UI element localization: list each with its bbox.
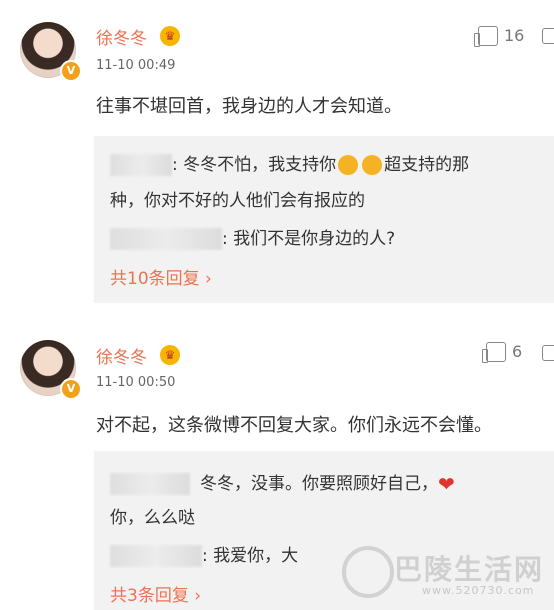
comment-1: V 徐冬冬 ♛ 11-10 00:49 16 往事不堪回首，我身边的人才会知道。… [0,0,554,323]
reply-text-cont: 超支持的那 [384,155,470,175]
reply-1-line2: 种，你对不好的人他们会有报应的 [110,191,365,211]
timestamp: 11-10 00:50 [96,375,176,390]
reply-1: 冬冬，没事。你要照顾好自己，❤ [110,469,455,496]
like-button[interactable]: 6 [482,341,523,363]
blurred-username [110,473,190,495]
emoji-icon [362,155,383,175]
reply-box: : 冬冬不怕，我支持你 超支持的那 种，你对不好的人他们会有报应的 : 我们不是你… [94,136,554,303]
watermark-text: 巴陵生活网 [394,553,545,586]
thumbs-up-icon [482,341,506,363]
emoji-icon [338,155,359,175]
like-button[interactable]: 16 [474,25,525,47]
like-count: 16 [504,26,525,45]
timestamp: 11-10 00:49 [96,58,176,73]
watermark: 巴陵生活网 www.520730.com [338,540,554,610]
heart-icon: ❤ [438,472,455,496]
author-name[interactable]: 徐冬冬 [96,24,147,49]
reply-text: : 我爱你，大 [202,546,299,566]
like-count: 6 [512,342,523,361]
comment-text: 往事不堪回首，我身边的人才会知道。 [96,96,402,117]
comment-icon[interactable] [542,28,554,44]
blurred-username [110,228,222,250]
reply-text: : 冬冬不怕，我支持你 [172,155,337,175]
reply-1: : 冬冬不怕，我支持你 超支持的那 [110,150,469,176]
blurred-username [110,545,202,567]
reply-text: 冬冬，没事。你要照顾好自己， [200,474,438,494]
verified-icon: V [60,378,82,400]
watermark-url: www.520730.com [422,584,535,597]
verified-icon: V [60,60,82,82]
crown-icon: ♛ [160,345,180,365]
reply-text: : 我们不是你身边的人? [222,229,396,249]
watermark-logo-icon [342,546,394,598]
thumbs-up-icon [474,25,498,47]
comment-icon[interactable] [542,345,554,361]
comment-text: 对不起，这条微博不回复大家。你们永远不会懂。 [96,415,492,436]
author-name[interactable]: 徐冬冬 [96,343,147,368]
crown-icon: ♛ [160,26,180,46]
reply-1-line2: 你，么么哒 [110,508,195,528]
more-replies-link[interactable]: 共10条回复 › [110,264,212,289]
reply-2: : 我爱你，大 [110,541,298,567]
blurred-username [110,154,172,176]
more-replies-link[interactable]: 共3条回复 › [110,581,201,606]
reply-2: : 我们不是你身边的人? [110,224,395,250]
